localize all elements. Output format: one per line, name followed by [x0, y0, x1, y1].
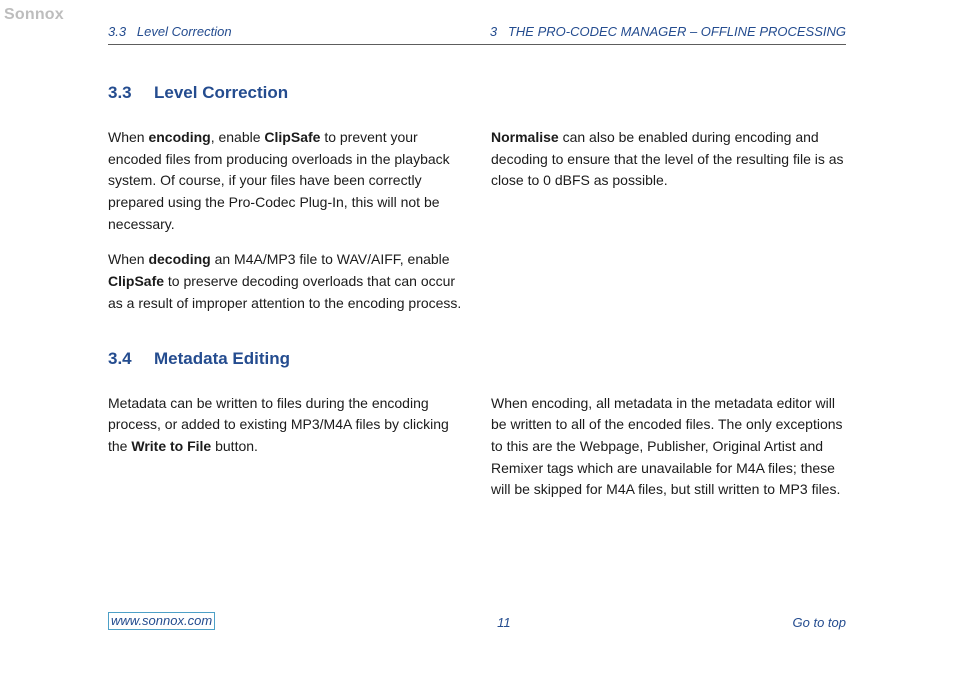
paragraph: Normalise can also be enabled during enc… [491, 127, 846, 192]
text-run: button. [211, 438, 258, 454]
document-page: Sonnox 3.3 Level Correction 3 THE PRO-CO… [0, 0, 954, 675]
bold-term: Normalise [491, 129, 559, 145]
section-heading-3-4: 3.4 Metadata Editing [108, 349, 846, 369]
page-footer: www.sonnox.com 11 Go to top [108, 612, 846, 630]
go-to-top-link[interactable]: Go to top [793, 615, 846, 630]
paragraph: When encoding, enable ClipSafe to preven… [108, 127, 463, 235]
running-header: 3.3 Level Correction 3 THE PRO-CODEC MAN… [108, 24, 846, 45]
header-section-title: Level Correction [137, 24, 232, 39]
paragraph: When encoding, all metadata in the metad… [491, 393, 846, 501]
section-3-4-body: Metadata can be written to files during … [108, 393, 846, 501]
header-chapter-title: THE PRO-CODEC MANAGER – OFFLINE PROCESSI… [508, 24, 846, 39]
footer-url-link[interactable]: www.sonnox.com [108, 612, 215, 630]
bold-term: decoding [148, 251, 210, 267]
bold-term: ClipSafe [264, 129, 320, 145]
text-run: When [108, 251, 148, 267]
section-heading-3-3: 3.3 Level Correction [108, 83, 846, 103]
paragraph: Metadata can be written to files during … [108, 393, 463, 458]
section-3-3-body: When encoding, enable ClipSafe to preven… [108, 127, 846, 315]
running-header-right: 3 THE PRO-CODEC MANAGER – OFFLINE PROCES… [490, 24, 846, 39]
bold-term: ClipSafe [108, 273, 164, 289]
bold-term: encoding [148, 129, 210, 145]
text-run: , enable [211, 129, 265, 145]
section-title: Level Correction [154, 83, 288, 103]
watermark-logo: Sonnox [4, 6, 64, 24]
column-right: Normalise can also be enabled during enc… [491, 127, 846, 315]
bold-term: Write to File [131, 438, 211, 454]
header-chapter-num: 3 [490, 24, 497, 39]
column-right: When encoding, all metadata in the metad… [491, 393, 846, 501]
section-number: 3.4 [108, 349, 136, 369]
text-run: When [108, 129, 148, 145]
column-left: Metadata can be written to files during … [108, 393, 463, 501]
column-left: When encoding, enable ClipSafe to preven… [108, 127, 463, 315]
paragraph: When decoding an M4A/MP3 file to WAV/AIF… [108, 249, 463, 314]
text-run: an M4A/MP3 file to WAV/AIFF, enable [211, 251, 450, 267]
page-content: 3.3 Level Correction 3 THE PRO-CODEC MAN… [108, 24, 846, 630]
section-title: Metadata Editing [154, 349, 290, 369]
header-section-num: 3.3 [108, 24, 126, 39]
running-header-left: 3.3 Level Correction [108, 24, 232, 39]
section-number: 3.3 [108, 83, 136, 103]
page-number: 11 [215, 615, 792, 630]
